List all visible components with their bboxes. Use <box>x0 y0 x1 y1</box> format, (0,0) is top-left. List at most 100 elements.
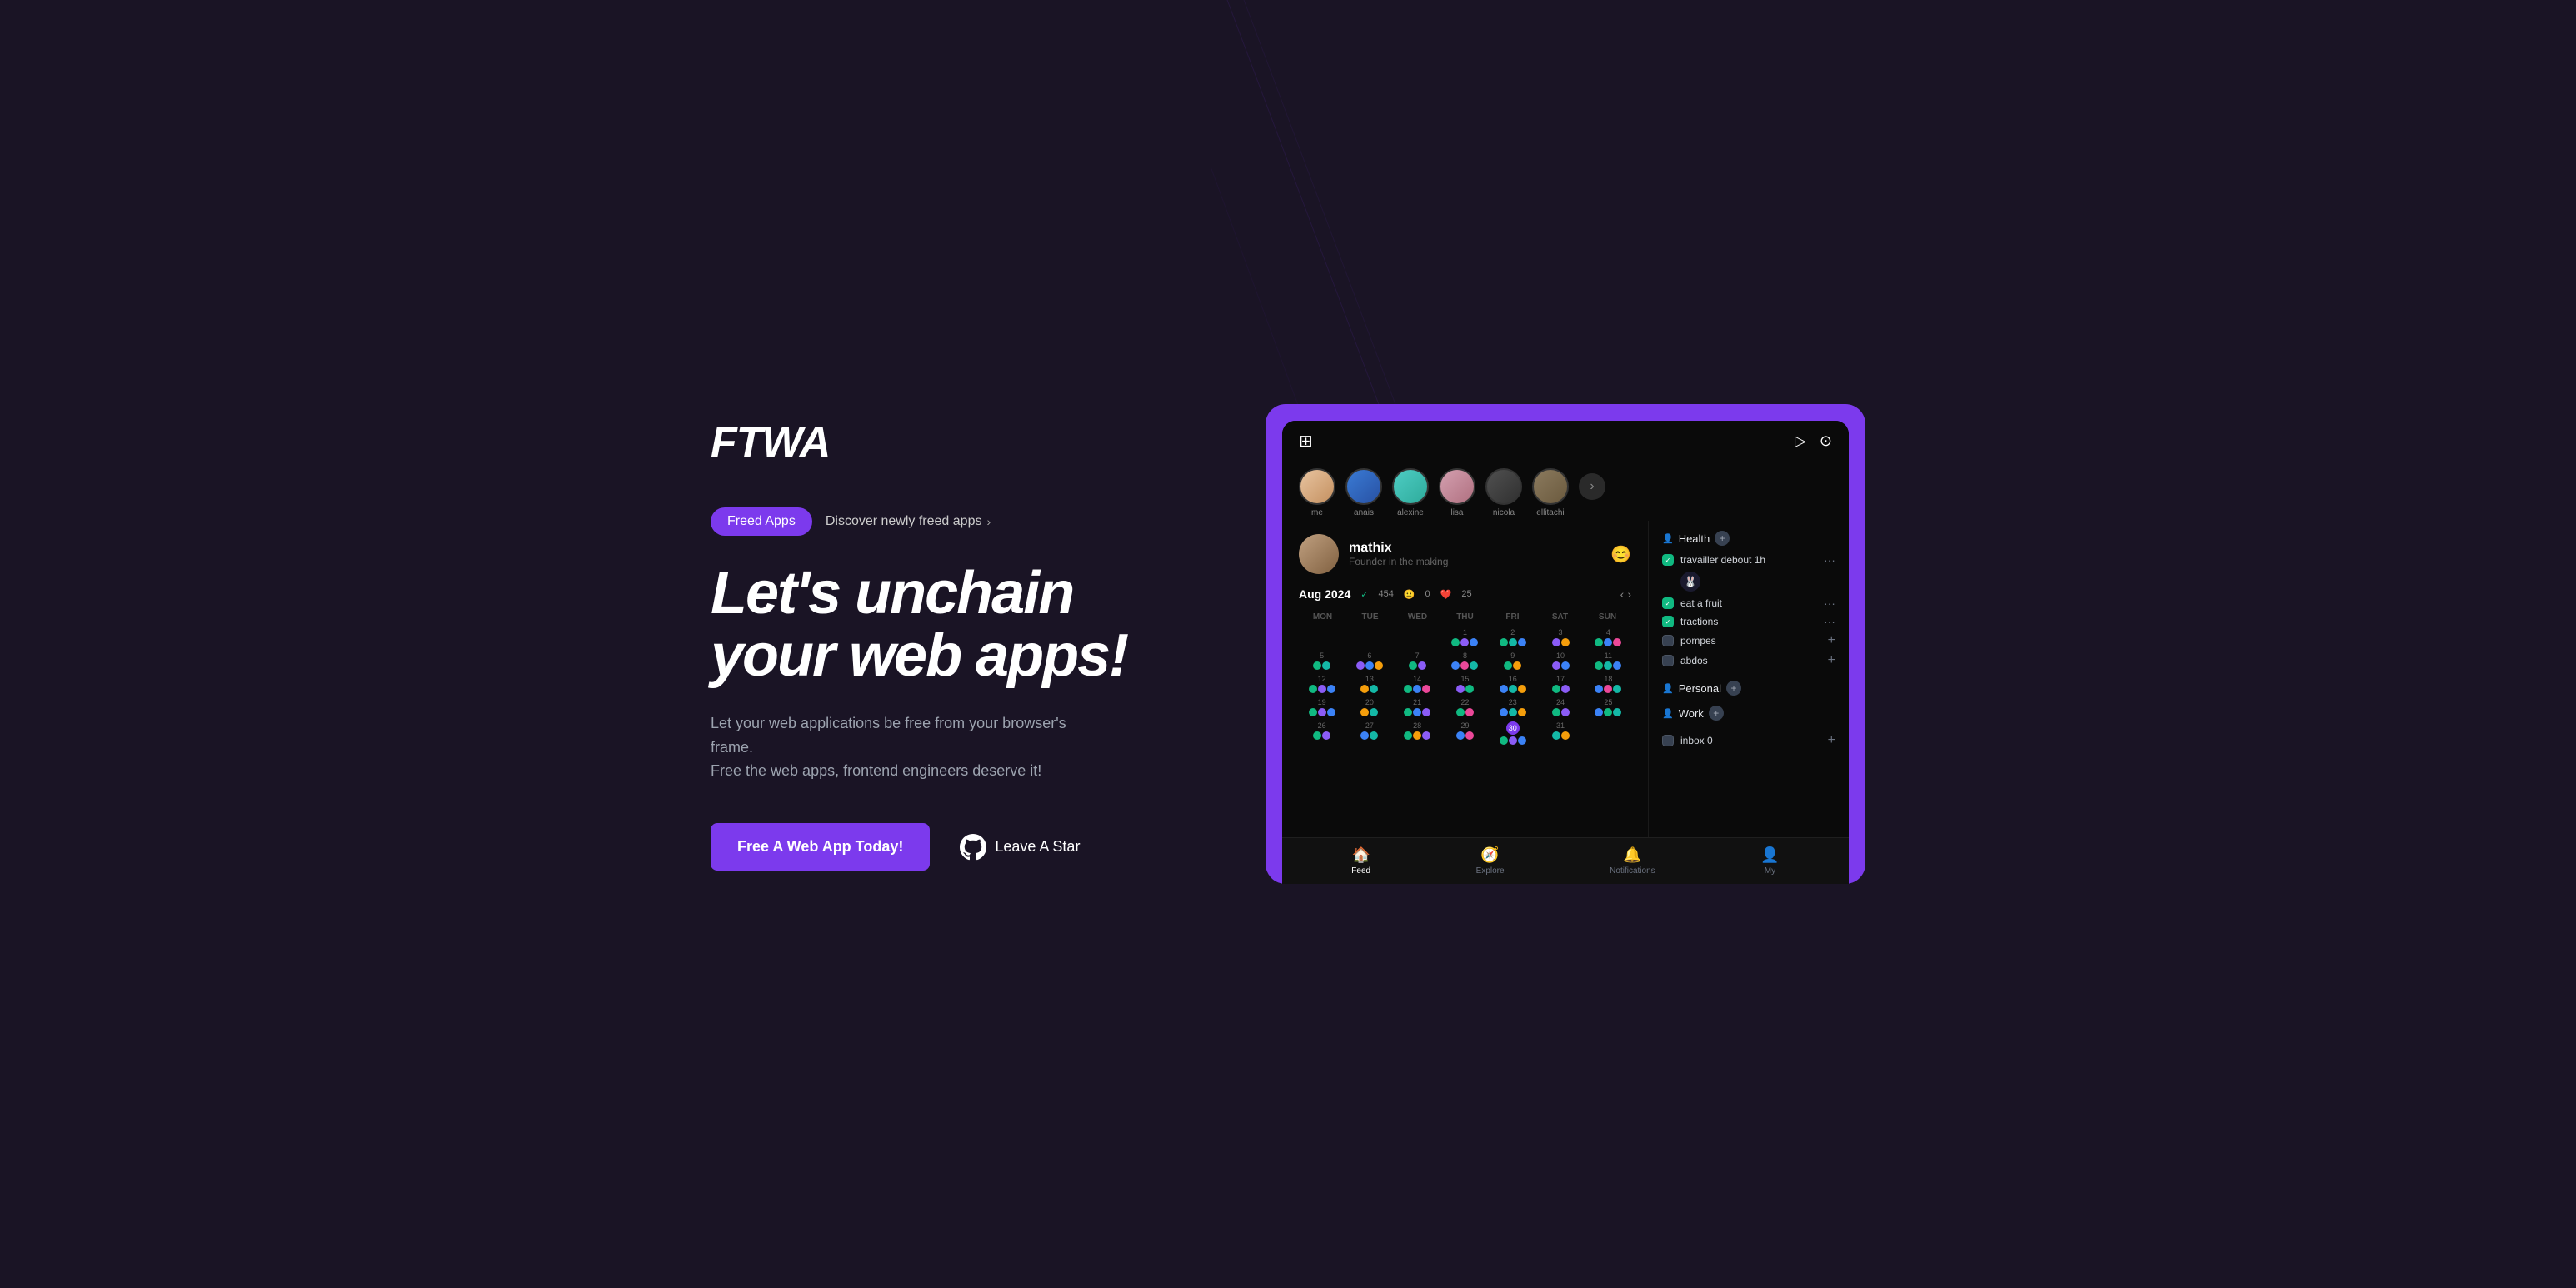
explore-icon: 🧭 <box>1480 846 1499 864</box>
app-main: mathix Founder in the making 😊 Aug 2024 … <box>1282 521 1849 837</box>
work-person-icon: 👤 <box>1662 708 1674 719</box>
cal-cell-3[interactable]: 3 <box>1537 627 1583 648</box>
profile-title: Founder in the making <box>1349 556 1600 567</box>
month-row: Aug 2024 ✓ 454 😐 0 ❤️ 25 ‹ › <box>1299 587 1631 601</box>
cal-cell-30[interactable]: 30 <box>1490 720 1535 746</box>
cal-cell-14[interactable]: 14 <box>1395 673 1440 695</box>
cal-cell-2[interactable]: 2 <box>1490 627 1535 648</box>
next-month-button[interactable]: › <box>1627 587 1631 601</box>
cal-cell-29[interactable]: 29 <box>1442 720 1488 746</box>
work-add-button[interactable]: + <box>1709 706 1724 721</box>
cal-header: MON TUE WED THU FRI SAT SUN <box>1299 611 1631 623</box>
menu-icon[interactable]: ⊞ <box>1299 431 1313 452</box>
avatar-lisa[interactable]: lisa <box>1439 468 1475 517</box>
task-pompes[interactable]: pompes + <box>1662 631 1835 651</box>
month-label: Aug 2024 <box>1299 587 1350 601</box>
cal-cell-20[interactable]: 20 <box>1346 696 1392 718</box>
task-add-pompes[interactable]: + <box>1828 633 1835 648</box>
feed-icon: 🏠 <box>1351 846 1370 864</box>
send-icon[interactable]: ▷ <box>1795 432 1806 450</box>
cal-cell-5[interactable]: 5 <box>1299 650 1345 671</box>
tag-freed[interactable]: Freed Apps <box>711 507 812 536</box>
cal-cell-11[interactable]: 11 <box>1585 650 1631 671</box>
avatar-nicola[interactable]: nicola <box>1485 468 1522 517</box>
cal-cell-25[interactable]: 25 <box>1585 696 1631 718</box>
cal-cell-18[interactable]: 18 <box>1585 673 1631 695</box>
right-content: ⊞ ▷ ⊙ me anais <box>1265 404 1865 884</box>
health-label: Health <box>1679 532 1710 545</box>
month-nav: ‹ › <box>1620 587 1631 601</box>
health-cat-header: 👤 Health + <box>1662 531 1835 546</box>
cal-cell-17[interactable]: 17 <box>1537 673 1583 695</box>
subtext: Let your web applications be free from y… <box>711 711 1111 783</box>
inbox-label: inbox 0 <box>1680 735 1821 746</box>
stat-count1: 454 <box>1378 589 1393 599</box>
task-add-abdos[interactable]: + <box>1828 653 1835 668</box>
notifications-label: Notifications <box>1610 866 1655 876</box>
inbox-add[interactable]: + <box>1828 733 1835 748</box>
cal-cell-7[interactable]: 7 <box>1395 650 1440 671</box>
cal-cell-21[interactable]: 21 <box>1395 696 1440 718</box>
cal-cell-24[interactable]: 24 <box>1537 696 1583 718</box>
cal-cell-6[interactable]: 6 <box>1346 650 1392 671</box>
nav-feed[interactable]: 🏠 Feed <box>1351 846 1370 876</box>
cal-cell-28[interactable]: 28 <box>1395 720 1440 746</box>
tag-row: Freed Apps Discover newly freed apps › <box>711 507 1231 536</box>
work-cat-header: 👤 Work + <box>1662 706 1835 721</box>
personal-add-button[interactable]: + <box>1726 681 1741 696</box>
cal-day-fri: FRI <box>1489 611 1536 623</box>
nav-notifications[interactable]: 🔔 Notifications <box>1610 846 1655 876</box>
leave-star-label: Leave A Star <box>995 838 1080 856</box>
nav-explore[interactable]: 🧭 Explore <box>1476 846 1505 876</box>
task-abdos[interactable]: abdos + <box>1662 651 1835 671</box>
cal-day-sat: SAT <box>1536 611 1584 623</box>
cal-cell-27[interactable]: 27 <box>1346 720 1392 746</box>
task-check-tractions: ✓ <box>1662 616 1674 627</box>
cal-cell-4[interactable]: 4 <box>1585 627 1631 648</box>
avatar-more[interactable]: › <box>1579 473 1605 500</box>
task-sub-avatar: 🐰 <box>1680 572 1700 592</box>
cal-cell-31[interactable]: 31 <box>1537 720 1583 746</box>
task-more-fruit[interactable]: ··· <box>1824 597 1835 610</box>
cal-cell-1[interactable]: 1 <box>1442 627 1488 648</box>
avatar-anais[interactable]: anais <box>1345 468 1382 517</box>
cal-cell-12[interactable]: 12 <box>1299 673 1345 695</box>
cal-row-5: 26 27 <box>1299 720 1631 746</box>
cal-cell-19[interactable]: 19 <box>1299 696 1345 718</box>
cal-cell-23[interactable]: 23 <box>1490 696 1535 718</box>
settings-icon[interactable]: ⊙ <box>1820 432 1832 450</box>
avatar-me[interactable]: me <box>1299 468 1335 517</box>
app-left-panel: mathix Founder in the making 😊 Aug 2024 … <box>1282 521 1649 837</box>
cal-cell-10[interactable]: 10 <box>1537 650 1583 671</box>
cal-cell-15[interactable]: 15 <box>1442 673 1488 695</box>
cal-day-tue: TUE <box>1346 611 1394 623</box>
cal-day-wed: WED <box>1394 611 1441 623</box>
cal-cell-9[interactable]: 9 <box>1490 650 1535 671</box>
free-app-button[interactable]: Free A Web App Today! <box>711 823 930 871</box>
task-more-tractions[interactable]: ··· <box>1824 615 1835 628</box>
cal-cell-16[interactable]: 16 <box>1490 673 1535 695</box>
prev-month-button[interactable]: ‹ <box>1620 587 1625 601</box>
health-add-button[interactable]: + <box>1715 531 1730 546</box>
profile-avatar <box>1299 534 1339 574</box>
app-header: ⊞ ▷ ⊙ <box>1282 421 1849 462</box>
task-more-icon[interactable]: ··· <box>1824 553 1835 567</box>
profile-row: mathix Founder in the making 😊 <box>1299 534 1631 574</box>
avatar-ellitachi[interactable]: ellitachi <box>1532 468 1569 517</box>
calendar-grid: MON TUE WED THU FRI SAT SUN <box>1299 611 1631 746</box>
nav-my[interactable]: 👤 My <box>1760 846 1779 876</box>
cal-cell-22[interactable]: 22 <box>1442 696 1488 718</box>
avatar-alexine[interactable]: alexine <box>1392 468 1429 517</box>
task-eat-fruit[interactable]: ✓ eat a fruit ··· <box>1662 594 1835 612</box>
cal-cell-26[interactable]: 26 <box>1299 720 1345 746</box>
cal-cell-13[interactable]: 13 <box>1346 673 1392 695</box>
my-icon: 👤 <box>1760 846 1779 864</box>
stat-heart: ❤️ <box>1440 589 1452 600</box>
leave-star-button[interactable]: Leave A Star <box>960 834 1080 861</box>
task-travailler[interactable]: ✓ travailler debout 1h ··· <box>1662 551 1835 569</box>
cal-cell-empty-end <box>1585 720 1631 746</box>
cal-cell-8[interactable]: 8 <box>1442 650 1488 671</box>
task-tractions[interactable]: ✓ tractions ··· <box>1662 612 1835 631</box>
cal-day-mon: MON <box>1299 611 1346 623</box>
my-label: My <box>1765 866 1775 876</box>
